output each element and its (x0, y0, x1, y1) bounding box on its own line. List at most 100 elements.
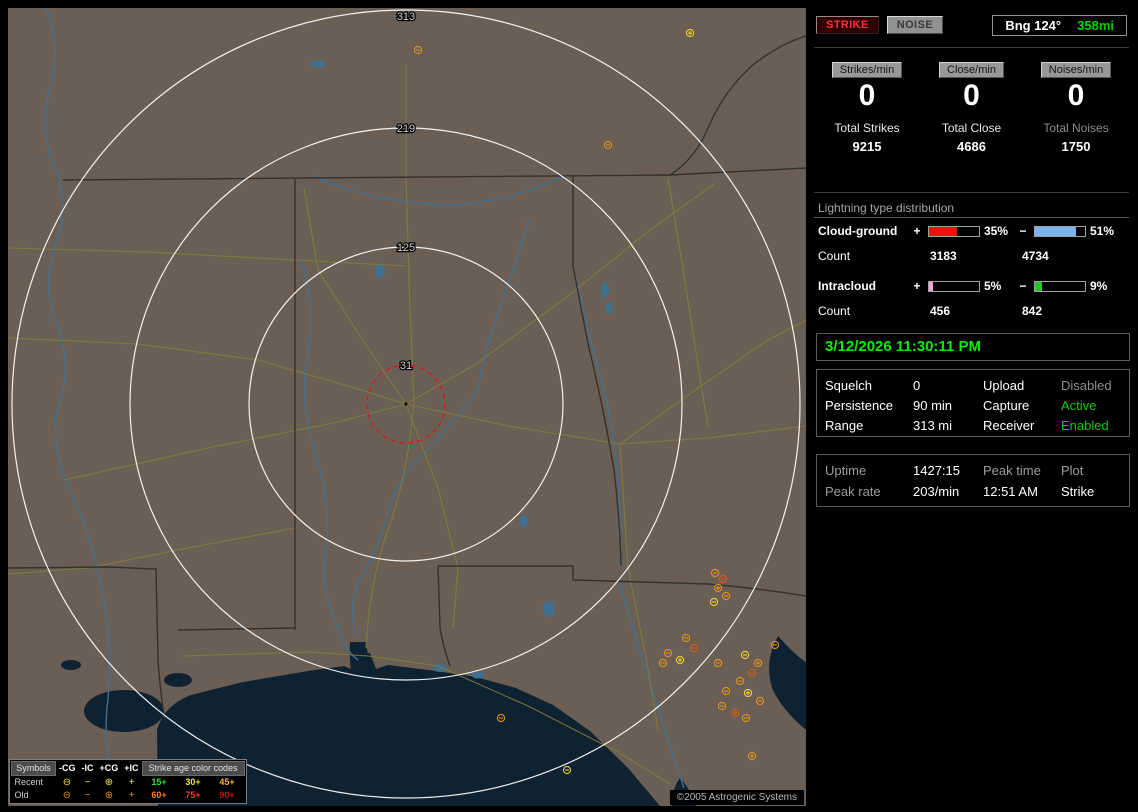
legend-recent-label: Recent (14, 777, 44, 787)
pos-ic-recent-icon: + (128, 776, 135, 788)
stats-panel: Uptime 1427:15 Peak time Plot Peak rate … (816, 454, 1130, 507)
peak-rate-value: 203/min (913, 484, 960, 499)
total-noises-value: 1750 (1061, 139, 1091, 154)
separator (814, 217, 1129, 218)
strikes-per-min-value: 0 (858, 79, 876, 112)
svg-text:313: 313 (397, 11, 415, 23)
counter-strikes: Strikes/min 0 Total Strikes 9215 (816, 60, 918, 154)
stats-row: Uptime 1427:15 Peak time Plot (825, 460, 1129, 481)
ic-plus-count: 456 (930, 304, 951, 318)
age-code: 75+ (185, 790, 201, 800)
bearing-value: Bng 124° (1005, 17, 1062, 33)
legend-col-pos-ic: +IC (124, 763, 139, 773)
cg-minus-percent: 51% (1090, 224, 1115, 238)
plus-sign: + (913, 224, 921, 238)
count-label: Count (818, 249, 851, 263)
status-row: Range 313 mi Receiver Enabled (825, 416, 1129, 436)
ic-minus-bar-fill (1035, 281, 1043, 291)
legend-age-header: Strike age color codes (141, 761, 245, 776)
noises-per-min-value: 0 (1067, 79, 1085, 112)
neg-cg-recent-icon: ⊖ (62, 776, 72, 788)
distribution-title: Lightning type distribution (818, 201, 955, 215)
age-code: 30+ (185, 777, 201, 787)
ic-minus-bar (1034, 280, 1086, 292)
app-window: 313 219 125 31 Symbols -CG -IC +CG +IC Stri… (0, 0, 1138, 812)
svg-text:219: 219 (397, 123, 415, 135)
ic-minus-percent: 9% (1090, 279, 1108, 293)
neg-ic-old-icon: − (84, 790, 91, 801)
status-row: Persistence 90 min Capture Active (825, 396, 1129, 416)
peak-time-label: Peak time (983, 463, 1041, 478)
total-strikes-value: 9215 (852, 139, 882, 154)
status-label: Persistence (825, 398, 893, 413)
cg-plus-bar (928, 225, 980, 237)
plus-sign: + (913, 279, 921, 293)
ic-plus-bar (928, 280, 980, 292)
legend-old-label: Old (14, 790, 29, 800)
strike-mode-button[interactable]: STRIKE (816, 16, 879, 34)
status-value: Disabled (1061, 378, 1112, 393)
separator (814, 192, 1129, 193)
intracloud-row: Intracloud + 5% − 9% (818, 279, 1128, 293)
cg-minus-bar-fill (1035, 226, 1076, 236)
map-panel: 313 219 125 31 Symbols -CG -IC +CG +IC Stri… (8, 8, 806, 806)
neg-cg-old-icon: ⊖ (62, 790, 72, 801)
intracloud-count-row: Count 456 842 (818, 304, 1128, 318)
sidebar: STRIKE NOISE Bng 124° 358mi Strikes/min … (806, 0, 1138, 812)
separator (814, 47, 1129, 48)
plot-label: Plot (1061, 463, 1084, 478)
bearing-display: Bng 124° 358mi (992, 14, 1127, 36)
distance-value: 358mi (1077, 17, 1114, 33)
map-canvas[interactable]: 313 219 125 31 (8, 8, 806, 806)
uptime-label: Uptime (825, 463, 867, 478)
total-strikes-label: Total Strikes (834, 121, 900, 135)
cloud-ground-label: Cloud-ground (818, 224, 898, 238)
cloud-ground-row: Cloud-ground + 35% − 51% (818, 224, 1128, 238)
strikes-per-min-chip: Strikes/min (831, 62, 903, 78)
status-label: Upload (983, 378, 1025, 393)
ic-plus-bar-fill (929, 281, 933, 291)
status-label: Capture (983, 398, 1030, 413)
peak-time-value: 12:51 AM (983, 484, 1038, 499)
status-panel: Squelch 0 Upload Disabled Persistence 90… (816, 369, 1130, 437)
status-label: Range (825, 418, 864, 433)
cloud-ground-count-row: Count 3183 4734 (818, 249, 1128, 263)
uptime-value: 1427:15 (913, 463, 960, 478)
mode-toolbar: STRIKE NOISE Bng 124° 358mi (816, 13, 1127, 37)
status-label: Squelch (825, 378, 872, 393)
cg-minus-bar (1034, 225, 1086, 237)
legend-col-pos-cg: +CG (99, 763, 119, 773)
neg-ic-recent-icon: − (84, 776, 91, 788)
legend-col-neg-cg: -CG (59, 763, 76, 773)
intracloud-label: Intracloud (818, 279, 877, 293)
map-legend: Symbols -CG -IC +CG +IC Strike age color… (9, 759, 247, 804)
receiver-location-dot (404, 402, 408, 406)
legend-col-neg-ic: -IC (81, 763, 94, 773)
minus-sign: − (1019, 279, 1027, 293)
pos-cg-old-icon: ⊕ (104, 790, 114, 801)
age-code: 90+ (219, 790, 235, 800)
cg-minus-count: 4734 (1022, 249, 1049, 263)
age-code: 45+ (219, 777, 235, 787)
noises-per-min-chip: Noises/min (1040, 62, 1112, 78)
age-code: 60+ (151, 790, 167, 800)
cg-plus-count: 3183 (930, 249, 957, 263)
noise-mode-button[interactable]: NOISE (886, 16, 943, 34)
count-label: Count (818, 304, 851, 318)
status-label: Receiver (983, 418, 1035, 433)
ic-plus-percent: 5% (984, 279, 1002, 293)
status-value: Enabled (1061, 418, 1109, 433)
peak-rate-label: Peak rate (825, 484, 881, 499)
status-value: 90 min (913, 398, 953, 413)
counter-noises: Noises/min 0 Total Noises 1750 (1025, 60, 1127, 154)
age-code: 15+ (151, 777, 167, 787)
close-per-min-value: 0 (963, 79, 980, 112)
minus-sign: − (1019, 224, 1027, 238)
status-row: Squelch 0 Upload Disabled (825, 376, 1129, 396)
pos-ic-old-icon: + (128, 790, 135, 801)
svg-text:31: 31 (400, 360, 412, 372)
svg-text:125: 125 (397, 242, 415, 254)
total-close-value: 4686 (957, 139, 986, 154)
ic-minus-count: 842 (1022, 304, 1043, 318)
cg-plus-percent: 35% (984, 224, 1009, 238)
